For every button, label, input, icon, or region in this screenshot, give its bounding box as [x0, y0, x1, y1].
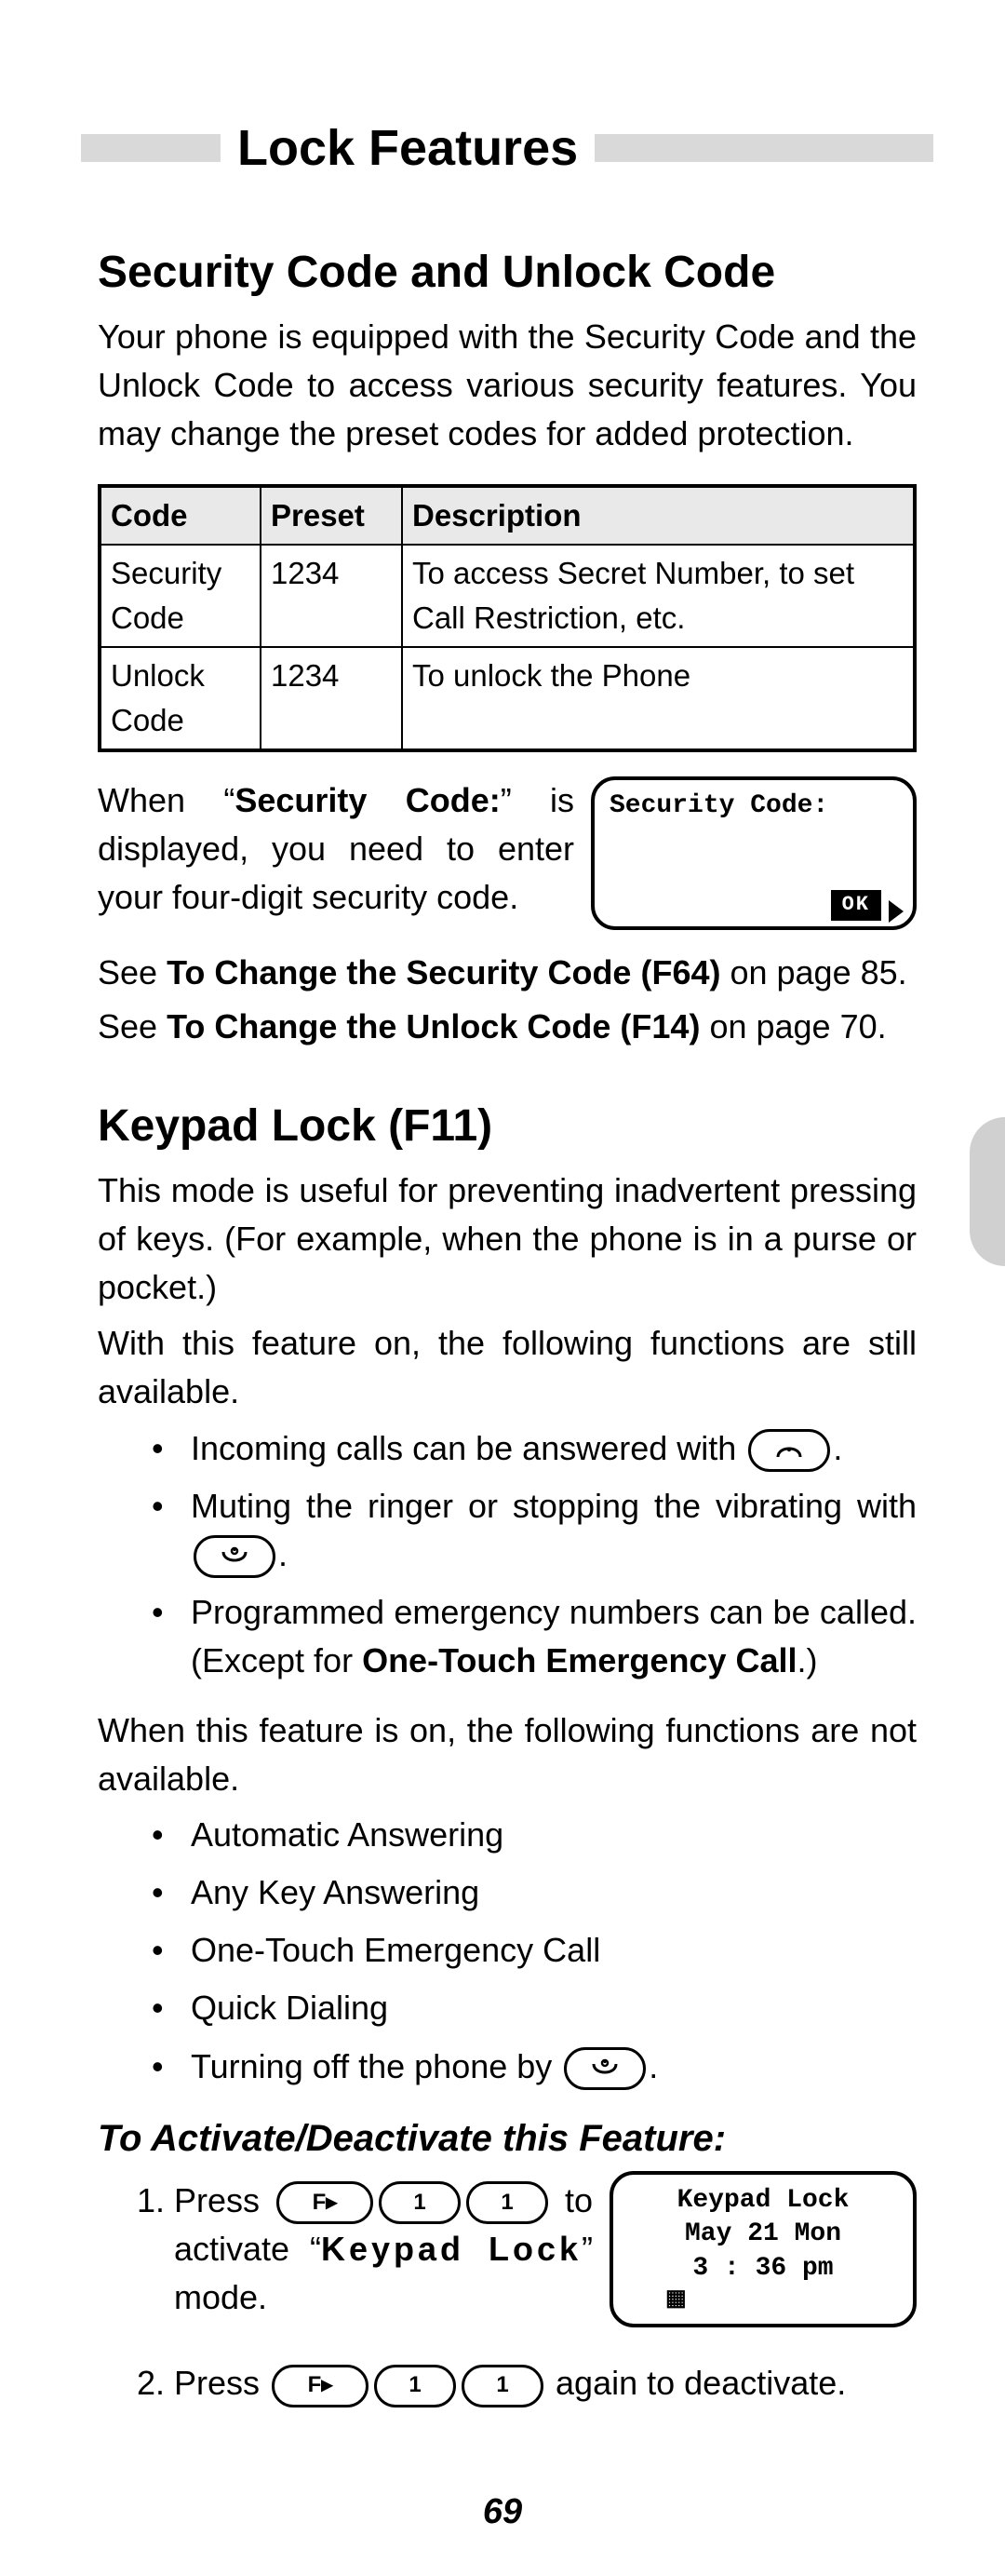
page-title-bar: Lock Features	[81, 112, 933, 184]
screen-time: 3 : 36 pm	[628, 2252, 898, 2286]
activate-steps-2: Press F▸11 again to deactivate.	[98, 2359, 917, 2407]
power-key-icon	[194, 1535, 275, 1578]
security-code-text: When “Security Code:” is displayed, you …	[98, 776, 574, 923]
text: See	[98, 953, 167, 991]
available-lead: With this feature on, the following func…	[98, 1319, 917, 1416]
activate-row: Press F▸11 to activate “Keypad Lock” mod…	[98, 2171, 917, 2341]
arrow-right-icon	[889, 900, 904, 923]
available-list: Incoming calls can be answered with . Mu…	[152, 1424, 917, 1686]
list-item: Muting the ringer or stopping the vibrat…	[152, 1482, 917, 1579]
step-2: Press F▸11 again to deactivate.	[174, 2359, 917, 2407]
phone-screen-keypad-lock: Keypad Lock May 21 Mon 3 : 36 pm ▦	[610, 2171, 917, 2327]
one-key-icon: 1	[379, 2181, 461, 2224]
text: See	[98, 1007, 167, 1045]
title-bar-left	[81, 134, 221, 162]
thumb-tab	[970, 1117, 1005, 1266]
cell-desc: To access Secret Number, to set Call Res…	[402, 545, 915, 647]
screen-date: May 21 Mon	[628, 2218, 898, 2251]
text: again to deactivate.	[546, 2364, 846, 2402]
list-item: One-Touch Emergency Call	[152, 1926, 917, 1975]
text: .	[278, 1535, 288, 1573]
text: .	[649, 2047, 658, 2085]
text: Turning off the phone by	[191, 2047, 561, 2085]
list-item: Any Key Answering	[152, 1868, 917, 1917]
screen-text: Security Code:	[610, 791, 828, 820]
page-number: 69	[0, 2487, 1005, 2538]
text: Muting the ringer or stopping the vibrat…	[191, 1487, 917, 1525]
text: Incoming calls can be answered with	[191, 1429, 745, 1467]
th-preset: Preset	[261, 486, 402, 545]
text: Press	[174, 2181, 274, 2219]
th-desc: Description	[402, 486, 915, 545]
security-code-prompt-row: When “Security Code:” is displayed, you …	[98, 776, 917, 930]
text: Press	[174, 2364, 269, 2402]
text-bold: One-Touch Emergency Call	[362, 1641, 797, 1679]
text: .)	[797, 1641, 818, 1679]
text-bold: Security Code:	[234, 781, 500, 819]
section2-heading: Keypad Lock (F11)	[98, 1094, 917, 1159]
text-bold: Keypad Lock	[321, 2230, 582, 2268]
list-item: Quick Dialing	[152, 1984, 917, 2032]
f-key-icon: F▸	[276, 2181, 373, 2224]
list-item: Automatic Answering	[152, 1811, 917, 1859]
lock-icon: ▦	[628, 2286, 898, 2314]
list-item: Incoming calls can be answered with .	[152, 1424, 917, 1473]
cell-desc: To unlock the Phone	[402, 647, 915, 750]
codes-table: Code Preset Description Security Code 12…	[98, 484, 917, 751]
ref-bold: To Change the Security Code (F64)	[167, 953, 720, 991]
cell-code: Security Code	[100, 545, 261, 647]
text: on page 85.	[720, 953, 906, 991]
section2-intro: This mode is useful for preventing inadv…	[98, 1167, 917, 1313]
list-item: Programmed emergency numbers can be call…	[152, 1588, 917, 1685]
call-key-icon	[748, 1429, 830, 1472]
activate-heading: To Activate/Deactivate this Feature:	[98, 2111, 917, 2165]
page-title: Lock Features	[237, 112, 578, 184]
power-key-icon	[564, 2047, 646, 2090]
table-row: Unlock Code 1234 To unlock the Phone	[100, 647, 915, 750]
list-item: Turning off the phone by .	[152, 2043, 917, 2091]
unavailable-lead: When this feature is on, the following f…	[98, 1706, 917, 1803]
cell-preset: 1234	[261, 545, 402, 647]
text: When “	[98, 781, 234, 819]
step-1: Press F▸11 to activate “Keypad Lock” mod…	[174, 2177, 593, 2323]
cell-code: Unlock Code	[100, 647, 261, 750]
ref-bold: To Change the Unlock Code (F14)	[167, 1007, 700, 1045]
ref-line-1: See To Change the Security Code (F64) on…	[98, 949, 917, 997]
section1-heading: Security Code and Unlock Code	[98, 240, 917, 305]
text: on page 70.	[700, 1007, 886, 1045]
one-key-icon: 1	[466, 2181, 548, 2224]
ref-line-2: See To Change the Unlock Code (F14) on p…	[98, 1003, 917, 1051]
th-code: Code	[100, 486, 261, 545]
phone-screen-security: Security Code: OK	[591, 776, 917, 930]
one-key-icon: 1	[374, 2365, 456, 2407]
title-bar-right	[595, 134, 933, 162]
screen-title: Keypad Lock	[628, 2184, 898, 2218]
section1-intro: Your phone is equipped with the Security…	[98, 313, 917, 459]
cell-preset: 1234	[261, 647, 402, 750]
one-key-icon: 1	[462, 2365, 543, 2407]
text: .	[833, 1429, 842, 1467]
table-row: Security Code 1234 To access Secret Numb…	[100, 545, 915, 647]
ok-softkey: OK	[831, 890, 881, 921]
f-key-icon: F▸	[272, 2365, 368, 2407]
unavailable-list: Automatic Answering Any Key Answering On…	[152, 1811, 917, 2091]
activate-steps: Press F▸11 to activate “Keypad Lock” mod…	[98, 2177, 593, 2341]
